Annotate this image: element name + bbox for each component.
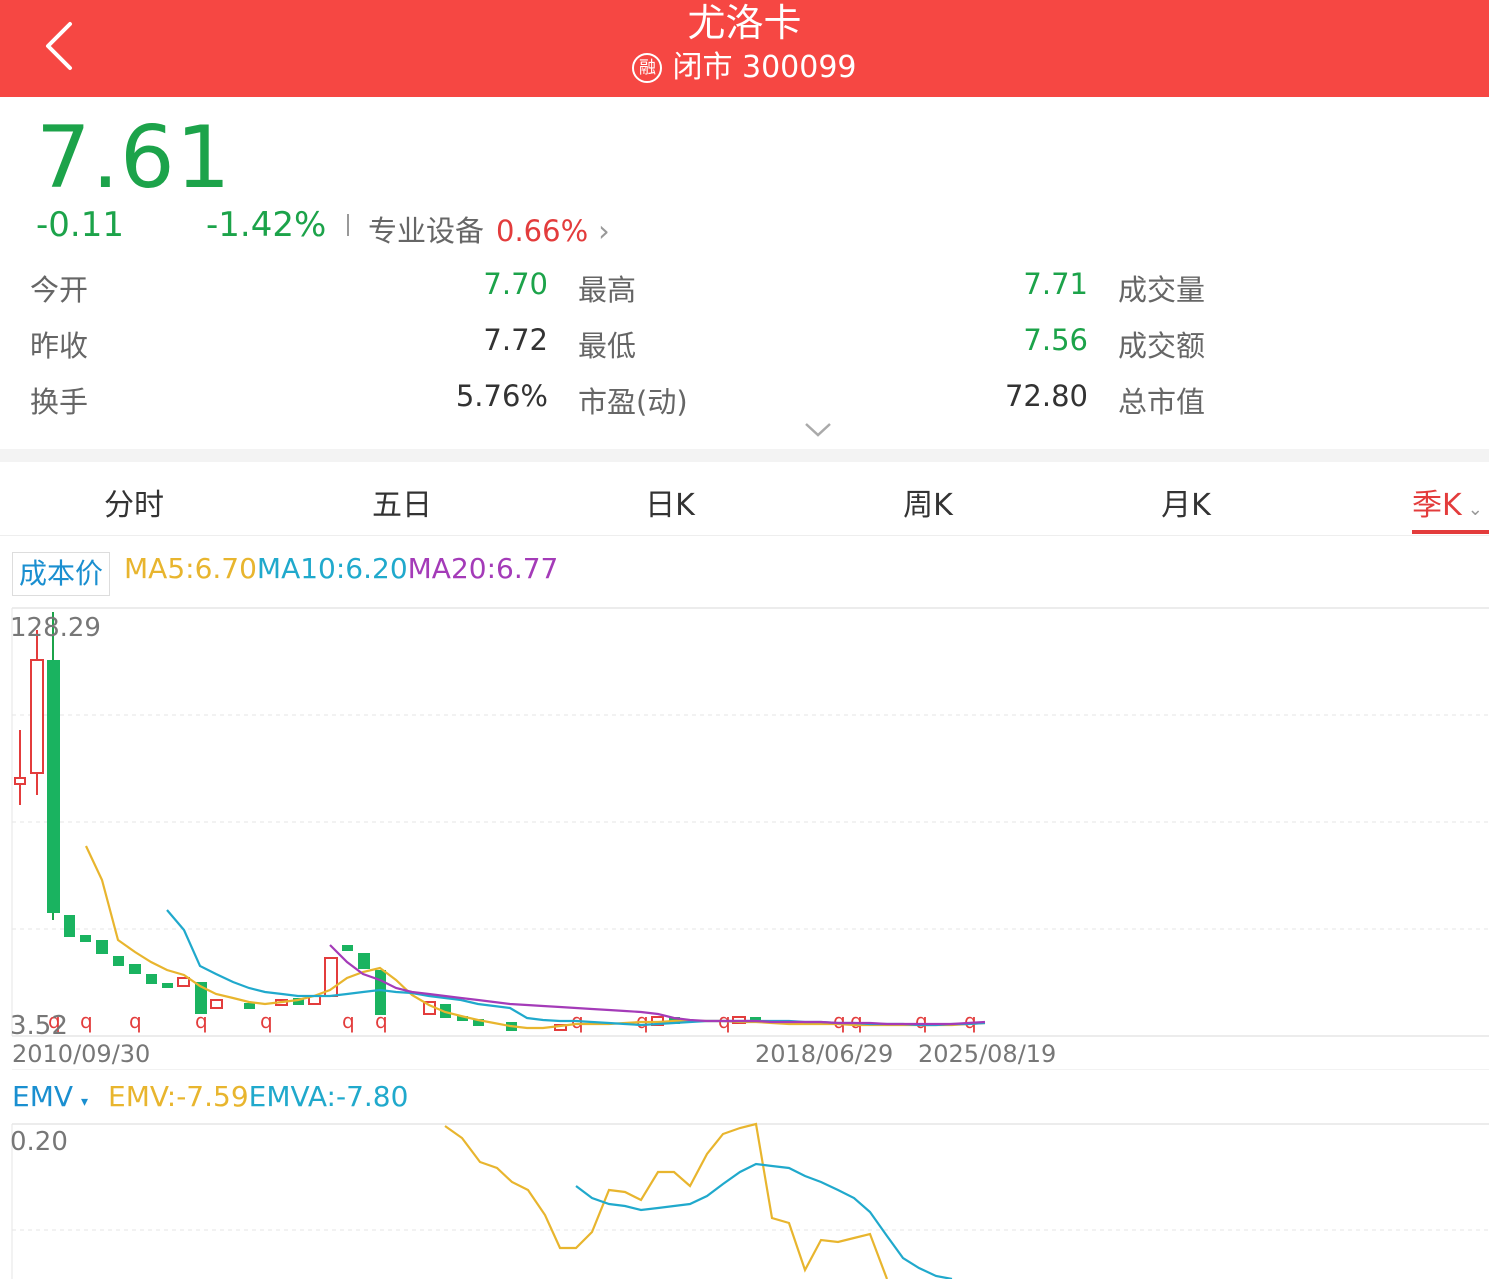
emv-chart[interactable]: 0.20 [0,1120,1489,1279]
candle [14,777,26,785]
stat-value-low: 7.56 [1023,323,1088,357]
price-change: -0.11 [36,205,124,245]
stat-label-volume: 成交量 [1118,273,1206,307]
stat-label-market-cap: 总市值 [1118,385,1206,419]
emv-y-axis-top-label: 0.20 [10,1127,68,1157]
candle [244,1003,255,1009]
stat-value-open: 7.70 [483,267,548,301]
x-axis-label-start: 2010/09/30 [12,1040,150,1068]
emva-line [575,1162,953,1279]
marker: q [195,1009,208,1033]
candle [177,977,190,987]
emv-value: EMV:-7.59 [108,1080,249,1113]
stat-value-pe: 72.80 [1004,379,1088,413]
marker: q [129,1009,142,1033]
marker: q [833,1009,846,1033]
emv-label: EMV [12,1080,74,1113]
tab-five-day[interactable]: 五日 [352,480,452,524]
section-divider [0,449,1489,462]
candle [64,915,75,937]
candle [146,974,157,984]
candle [113,956,124,966]
emv-indicator-selector[interactable]: EMV ▾ [12,1080,88,1113]
marker: q [375,1009,388,1033]
cost-price-button[interactable]: 成本价 [12,552,111,596]
candle [358,953,370,969]
emv-legend: EMV ▾ EMV:-7.59EMVA:-7.80 [12,1080,408,1113]
candle [47,660,60,913]
candle [210,999,223,1009]
stat-label-amount: 成交额 [1118,329,1206,363]
ma5-value: MA5:6.70 [124,552,257,585]
margin-trading-badge: 融 [632,53,663,83]
ma10-value: MA10:6.20 [256,552,408,585]
stat-label-turnover: 换手 [30,385,89,419]
divider [347,214,349,236]
chart-period-tabs: 分时 五日 日K 周K 月K 季K ⌄ [0,462,1489,536]
stat-value-prev-close: 7.72 [483,323,548,357]
market-status-line: 融闭市 300099 [0,48,1489,88]
stat-label-open: 今开 [30,273,89,307]
chevron-down-icon: ⌄ [1467,499,1483,520]
y-axis-min-label: 3.52 [10,1011,68,1041]
market-status: 闭市 [672,50,733,85]
ma20-value: MA20:6.77 [407,552,559,585]
tab-intraday[interactable]: 分时 [84,480,184,524]
industry-change-percent: 0.66% [496,214,589,248]
stat-value-high: 7.71 [1023,267,1088,301]
industry-name: 专业设备 [368,214,485,248]
stock-name: 尤洛卡 [687,1,802,45]
tab-quarterly-k-label: 季K [1412,488,1462,523]
price-change-percent: -1.42% [206,205,327,245]
stat-label-high: 最高 [578,273,637,307]
stat-value-turnover: 5.76% [455,379,548,413]
x-axis-label-mid: 2018/06/29 [755,1040,893,1068]
expand-chevron-down-icon[interactable] [803,420,833,440]
tab-quarterly-k[interactable]: 季K ⌄ [1412,480,1489,524]
y-axis-max-label: 128.29 [10,613,101,643]
stat-label-pe: 市盈(动) [578,385,688,419]
candle [162,983,173,988]
tab-monthly-k[interactable]: 月K [1136,480,1236,524]
tab-weekly-k[interactable]: 周K [878,480,978,524]
header-bar: 尤洛卡 融闭市 300099 [0,0,1489,97]
caret-down-icon: ▾ [81,1094,89,1110]
stat-label-prev-close: 昨收 [30,329,89,363]
current-price: 7.61 [36,108,232,208]
candle [96,940,108,954]
marker: q [964,1009,977,1033]
x-axis-label-end: 2025/08/19 [918,1040,1056,1068]
industry-link[interactable]: 专业设备 0.66% › [368,208,610,250]
chevron-right-icon: › [598,214,610,248]
marker: q [260,1009,273,1033]
tab-daily-k[interactable]: 日K [620,480,720,524]
marker: q [342,1009,355,1033]
marker: q [915,1009,928,1033]
candle [30,659,44,774]
candle [342,945,353,951]
stat-label-low: 最低 [578,329,637,363]
emv-line [444,1122,889,1279]
marker: q [850,1009,863,1033]
candle [80,935,91,942]
ma-legend: 成本价 MA5:6.70MA10:6.20MA20:6.77 [12,552,558,596]
marker: q [80,1009,93,1033]
kline-chart[interactable]: q q q q q q q q q q q q q q 128.29 3.52 … [0,600,1489,1070]
active-tab-indicator [1412,530,1489,534]
stock-code: 300099 [742,50,857,85]
candle [129,964,141,974]
emva-value: EMVA:-7.80 [248,1080,409,1113]
